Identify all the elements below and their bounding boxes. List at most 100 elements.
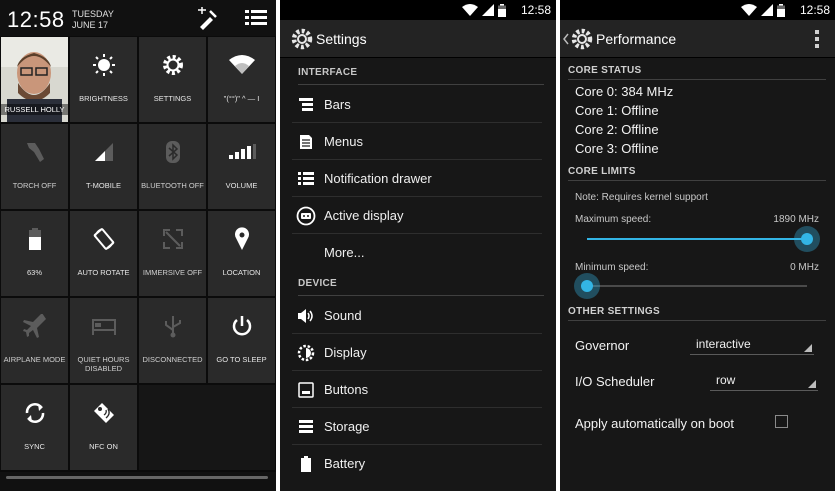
core-0-status: Core 0: 384 MHz xyxy=(575,84,674,99)
core-3-status: Core 3: Offline xyxy=(575,141,659,156)
menu-item-storage[interactable]: Storage xyxy=(292,408,542,445)
max-speed-thumb[interactable] xyxy=(794,226,820,252)
io-scheduler-select[interactable]: row xyxy=(710,369,818,391)
section-interface: INTERFACE xyxy=(298,61,544,85)
quick-settings-header: 12:58 TUESDAY JUNE 17 xyxy=(0,0,276,36)
volume-icon xyxy=(208,138,275,166)
action-bar: Settings xyxy=(280,20,556,58)
notifications-toggle-icon[interactable] xyxy=(244,7,268,31)
menu-item-sound[interactable]: Sound xyxy=(292,297,542,334)
menu-item-label: Buttons xyxy=(324,382,369,397)
tile-usb[interactable]: DISCONNECTED xyxy=(139,298,206,383)
menu-item-label: Sound xyxy=(324,308,362,323)
tile-volume[interactable]: VOLUME xyxy=(208,124,275,209)
governor-select[interactable]: interactive xyxy=(690,333,814,355)
settings-gear-icon[interactable] xyxy=(290,27,314,51)
tile-empty xyxy=(139,385,275,470)
tile-auto-rotate[interactable]: AUTO ROTATE xyxy=(70,211,137,296)
tile-torch[interactable]: TORCH OFF xyxy=(1,124,68,209)
tile-immersive[interactable]: IMMERSIVE OFF xyxy=(139,211,206,296)
wifi-status-icon xyxy=(462,4,478,16)
menu-item-label: Bars xyxy=(324,97,351,112)
menu-item-bars[interactable]: Bars xyxy=(292,86,542,123)
edit-tiles-icon[interactable] xyxy=(196,7,220,31)
section-device: DEVICE xyxy=(298,272,544,296)
menu-item-battery[interactable]: Battery xyxy=(292,445,542,482)
page-title: Settings xyxy=(316,31,367,47)
drawer-handle[interactable] xyxy=(0,472,276,491)
tile-mobile-network[interactable]: T-MOBILE xyxy=(70,124,137,209)
tile-sleep[interactable]: GO TO SLEEP xyxy=(208,298,275,383)
buttons-icon xyxy=(296,380,316,400)
tile-sync[interactable]: SYNC xyxy=(1,385,68,470)
menu-item-display[interactable]: Display xyxy=(292,334,542,371)
torch-icon xyxy=(1,138,68,166)
tile-bluetooth-label: BLUETOOTH OFF xyxy=(141,181,204,190)
tile-battery[interactable]: 63% xyxy=(1,211,68,296)
menu-item-menus[interactable]: Menus xyxy=(292,123,542,160)
tile-bluetooth[interactable]: BLUETOOTH OFF xyxy=(139,124,206,209)
status-bar: 12:58 xyxy=(560,0,835,20)
apply-on-boot-checkbox[interactable] xyxy=(775,415,788,428)
tile-user[interactable]: RUSSELL HOLLY xyxy=(1,37,68,122)
auto-rotate-icon xyxy=(70,225,137,253)
menus-icon xyxy=(296,132,316,152)
max-speed-slider[interactable] xyxy=(587,226,820,252)
core-1-status: Core 1: Offline xyxy=(575,103,659,118)
tile-airplane[interactable]: AIRPLANE MODE xyxy=(1,298,68,383)
menu-item-notification-drawer[interactable]: Notification drawer xyxy=(292,160,542,197)
battery-icon xyxy=(296,454,316,474)
back-chevron-icon[interactable] xyxy=(563,32,569,50)
io-scheduler-label: I/O Scheduler xyxy=(575,374,655,389)
quick-settings-grid: RUSSELL HOLLY BRIGHTNESS SETTINGS "(°°)"… xyxy=(0,36,276,472)
tile-torch-label: TORCH OFF xyxy=(12,181,57,190)
nfc-icon xyxy=(70,399,137,427)
tile-user-label: RUSSELL HOLLY xyxy=(1,104,68,115)
tile-mobile-network-label: T-MOBILE xyxy=(85,181,121,190)
tile-brightness[interactable]: BRIGHTNESS xyxy=(70,37,137,122)
menu-item-more[interactable]: More... xyxy=(292,234,542,271)
page-title: Performance xyxy=(596,31,677,47)
airplane-icon xyxy=(1,312,68,340)
section-other-settings: OTHER SETTINGS xyxy=(568,301,826,321)
menu-item-active-display[interactable]: Active display xyxy=(292,197,542,234)
tile-settings[interactable]: SETTINGS xyxy=(139,37,206,122)
tile-auto-rotate-label: AUTO ROTATE xyxy=(77,268,130,277)
quick-settings-screen: 12:58 TUESDAY JUNE 17 RUSSELL HOLLY BRIG… xyxy=(0,0,276,491)
dropdown-triangle-icon xyxy=(808,380,816,388)
day-label: TUESDAY xyxy=(72,9,114,19)
signal-status-icon xyxy=(761,4,773,16)
sync-icon xyxy=(1,399,68,427)
menu-item-buttons[interactable]: Buttons xyxy=(292,371,542,408)
tile-location[interactable]: LOCATION xyxy=(208,211,275,296)
max-speed-value: 1890 MHz xyxy=(773,214,819,225)
signal-icon xyxy=(70,138,137,166)
quiet-hours-icon xyxy=(70,312,137,340)
tile-nfc-label: NFC ON xyxy=(89,442,118,451)
status-clock: 12:58 xyxy=(799,3,830,17)
tile-quiet-hours-label: QUIET HOURS DISABLED xyxy=(77,355,130,373)
tile-quiet-hours[interactable]: QUIET HOURS DISABLED xyxy=(70,298,137,383)
min-speed-slider[interactable] xyxy=(574,273,807,299)
tile-location-label: LOCATION xyxy=(222,268,261,277)
location-icon xyxy=(208,225,275,253)
min-speed-label: Minimum speed: xyxy=(575,262,649,273)
min-speed-value: 0 MHz xyxy=(790,262,819,273)
battery-status-icon xyxy=(498,3,506,17)
tile-nfc[interactable]: NFC ON xyxy=(70,385,137,470)
power-icon xyxy=(208,312,275,340)
tile-usb-label: DISCONNECTED xyxy=(142,355,203,364)
immersive-icon xyxy=(139,225,206,253)
active-display-icon xyxy=(296,206,316,226)
kernel-note: Note: Requires kernel support xyxy=(575,192,708,203)
governor-value: interactive xyxy=(696,337,751,351)
status-clock: 12:58 xyxy=(520,3,551,17)
tile-wifi[interactable]: "(°°)" ^ — I xyxy=(208,37,275,122)
display-icon xyxy=(296,343,316,363)
section-core-status: CORE STATUS xyxy=(568,60,826,80)
overflow-menu-icon[interactable] xyxy=(815,30,819,48)
brightness-icon xyxy=(70,51,137,79)
status-icons xyxy=(741,3,785,17)
min-speed-thumb[interactable] xyxy=(574,273,600,299)
settings-gear-icon[interactable] xyxy=(570,27,594,51)
